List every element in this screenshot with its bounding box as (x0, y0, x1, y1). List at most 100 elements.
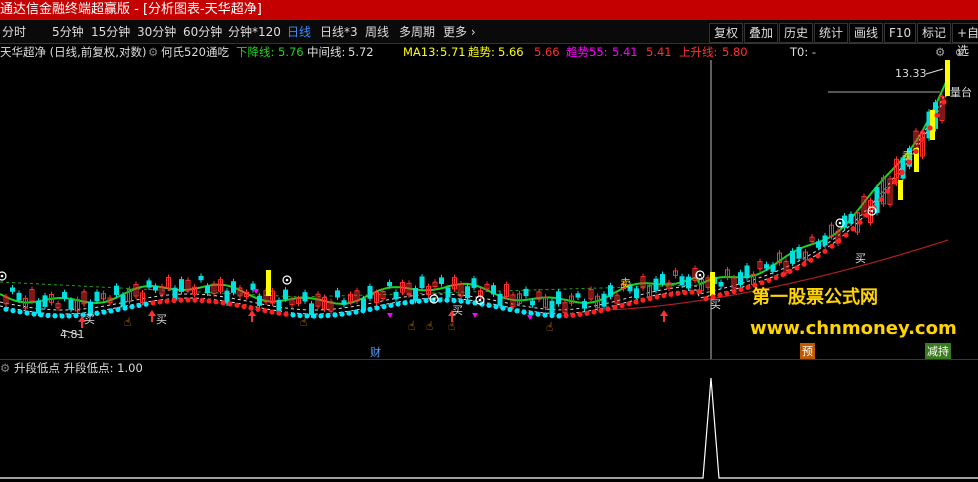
trend-dot (465, 299, 471, 305)
trend-dot (115, 306, 121, 313)
trend-dot (241, 303, 247, 310)
candle-body (718, 281, 724, 287)
indicator-panel-legend: ⚙ 升段低点 升段低点: 1.00 (0, 360, 143, 376)
limit-up-bar (898, 180, 903, 200)
candle-body (250, 283, 256, 291)
trend-dot (913, 148, 919, 154)
trend-dot (731, 288, 737, 295)
candle-body (42, 295, 48, 307)
trend-dot (332, 312, 338, 318)
candle-body (764, 264, 769, 269)
trend-dot (647, 295, 653, 302)
trend-dot (794, 265, 800, 271)
circle-marker-dot (0, 274, 4, 278)
event-yu-badge[interactable]: 预 (800, 343, 815, 359)
purple-marker-icon (527, 315, 533, 320)
trend-dot (556, 313, 562, 319)
trend-dot (10, 308, 16, 314)
trend-dot (199, 297, 205, 304)
trend-dot (52, 313, 58, 319)
candle-body (16, 292, 22, 301)
trend-dot (290, 312, 296, 318)
trend-dot (3, 306, 9, 312)
buy-arrow-icon (660, 310, 668, 322)
trend-dot (73, 313, 79, 319)
limit-up-bar (710, 272, 715, 296)
trend-dot (612, 304, 618, 310)
indicator-gear-icon[interactable]: ⚙ (0, 361, 10, 375)
limit-up-bar (930, 110, 935, 140)
watermark-url: www.chnmoney.com (750, 318, 957, 339)
candlestick-chart[interactable]: 13.33 量台 4.81 ☝ ☝ ☝ ☝ ☝ ☝买 买买 买买卖卖 (0, 0, 978, 482)
candle-body (465, 286, 470, 299)
hand-pointer-icon: ☝ (426, 319, 433, 333)
hand-pointer-icon: ☝ (408, 319, 415, 333)
purple-marker-icon (387, 313, 393, 318)
trend-dot (24, 310, 30, 316)
trend-dot (192, 297, 198, 303)
price-high-pointer (925, 68, 944, 75)
buy-signal-label: 买 (452, 304, 463, 317)
candle-body (224, 290, 230, 304)
candle-body (335, 290, 340, 298)
candle-body (686, 276, 691, 289)
trend-dot (311, 313, 317, 319)
trend-dot (500, 305, 506, 311)
candle-body (523, 288, 529, 297)
trend-dot (787, 268, 793, 274)
trend-dot (892, 179, 898, 185)
watermark-title: 第一股票公式网 (752, 287, 878, 308)
trend-dot (45, 312, 51, 319)
trend-dot (941, 99, 947, 105)
trend-dot (668, 291, 674, 297)
trend-dot (570, 312, 576, 318)
hand-pointer-icon: ☝ (448, 319, 455, 333)
green-trend-line (0, 77, 949, 305)
candle-body (439, 277, 444, 284)
trend-dot (542, 312, 548, 318)
circle-marker-dot (698, 273, 702, 277)
trend-dot (738, 286, 744, 293)
trend-dot (507, 306, 513, 313)
event-jianchi-badge[interactable]: 减持 (925, 343, 951, 359)
trend-dot (724, 290, 730, 296)
trend-dot (94, 310, 100, 316)
candle-body (205, 285, 210, 294)
buy-signal-label: 买 (710, 298, 721, 311)
trend-dot (185, 297, 191, 303)
trend-dot (843, 232, 849, 238)
trend-dot (108, 308, 114, 314)
liangtai-label: 量台 (950, 85, 972, 99)
candle-body (816, 241, 821, 248)
trend-dot (822, 248, 828, 254)
trend-dot (717, 292, 723, 298)
trend-dot (577, 311, 583, 317)
trend-dot (66, 313, 72, 319)
trend-dot (780, 272, 786, 278)
trend-dot (367, 306, 373, 312)
trend-dot (696, 289, 702, 295)
trend-dot (934, 112, 940, 118)
candle-body (530, 300, 535, 306)
trend-dot (801, 261, 807, 267)
candle-body (738, 272, 743, 285)
candle-body (393, 291, 399, 300)
hand-pointer-icon: ☝ (546, 320, 553, 334)
trend-dot (360, 308, 366, 314)
trend-dot (444, 297, 450, 303)
event-cai-label[interactable]: 财 (370, 344, 381, 360)
trend-dot (101, 309, 107, 315)
candle-body (153, 285, 158, 291)
trend-dot (885, 188, 891, 194)
candle-body (556, 291, 561, 305)
indicator-value: 1.00 (117, 361, 143, 375)
candle-body (679, 276, 685, 286)
candle-body (387, 281, 392, 287)
trend-dot (150, 300, 156, 306)
indicator-name[interactable]: 升段低点 (14, 361, 60, 375)
purple-marker-icon (253, 289, 259, 294)
trend-dot (493, 304, 499, 310)
trend-dot (661, 292, 667, 299)
trend-dot (549, 312, 555, 319)
candle-body (120, 294, 126, 307)
